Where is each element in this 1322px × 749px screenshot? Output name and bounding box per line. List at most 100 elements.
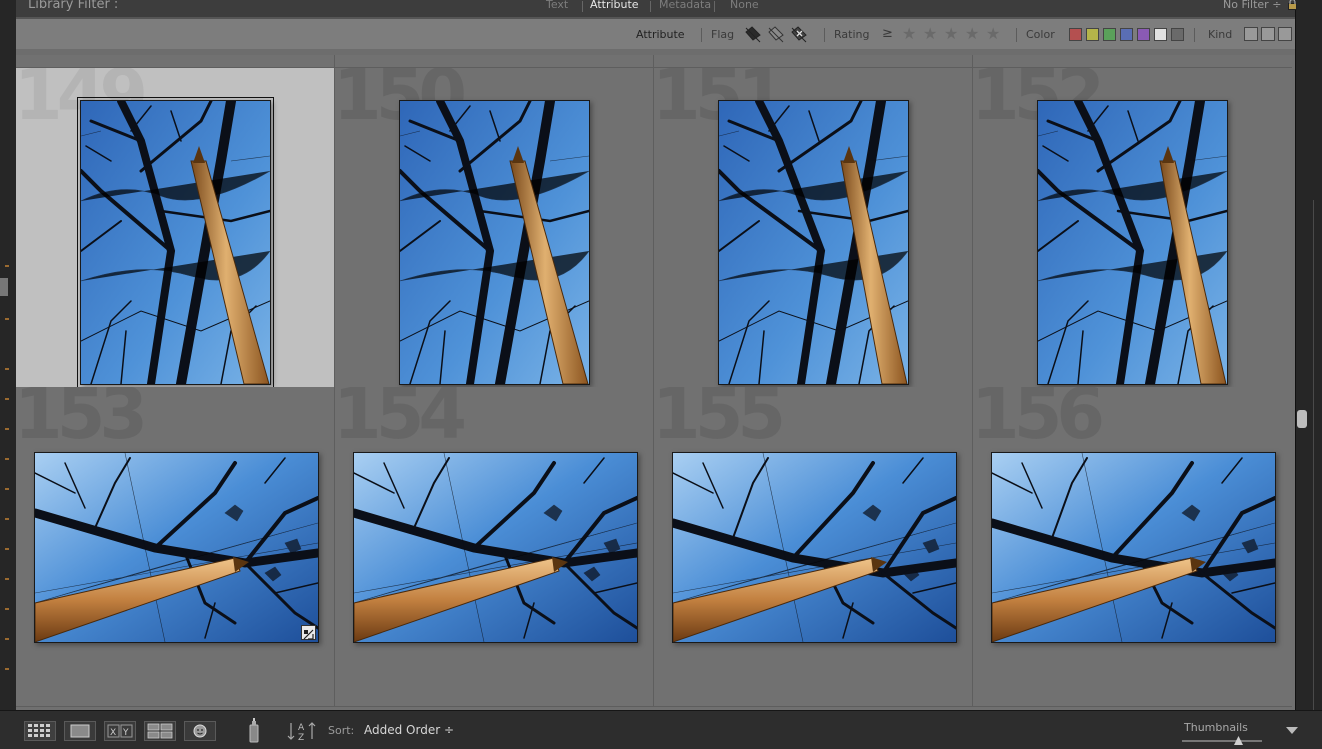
sort-direction-icon[interactable]: A Z — [286, 719, 320, 743]
grid-cell[interactable]: 156 — [973, 387, 1292, 707]
kind-videos-icon[interactable] — [1278, 27, 1292, 41]
divider — [701, 28, 702, 42]
cell-index-number: 156 — [973, 387, 1105, 455]
lock-icon[interactable] — [1288, 0, 1297, 10]
survey-view-button[interactable] — [144, 721, 176, 741]
thumbnail-grid[interactable]: 149 150 151 152 153 154 155 156 — [16, 55, 1295, 710]
grid-cell[interactable]: 149 — [16, 68, 335, 388]
left-panel-toggle[interactable] — [0, 278, 8, 296]
panel-marker — [5, 488, 9, 490]
divider — [1194, 28, 1195, 42]
photo-image — [1036, 96, 1229, 387]
color-swatch-red[interactable] — [1069, 28, 1082, 41]
rating-operator[interactable]: ≥ — [882, 26, 893, 41]
right-panel-collapsed[interactable] — [1313, 200, 1322, 710]
rating-star-5-icon[interactable]: ★ — [986, 24, 1000, 43]
bottom-toolbar: X Y A Z Sort: Added Order ÷ Thumbnails — [0, 710, 1322, 749]
grid-cell[interactable]: 151 — [654, 68, 973, 388]
grid-cell[interactable]: 155 — [654, 387, 973, 707]
cell-index-number: 153 — [16, 387, 148, 455]
svg-text:Y: Y — [122, 728, 129, 738]
photo-image — [987, 452, 1280, 643]
filter-tab-none[interactable]: None — [730, 0, 759, 11]
tab-divider — [714, 1, 715, 12]
color-swatch-green[interactable] — [1103, 28, 1116, 41]
grid-cell[interactable]: 152 — [973, 68, 1292, 388]
grid-cell-partial[interactable] — [16, 55, 335, 68]
rating-star-4-icon[interactable]: ★ — [965, 24, 979, 43]
divider — [1016, 28, 1017, 42]
thumbnail-size-slider[interactable] — [1182, 740, 1262, 742]
panel-marker — [5, 368, 9, 370]
sort-order-dropdown[interactable]: Added Order ÷ — [364, 723, 454, 737]
toolbar-content-dropdown-icon[interactable] — [1285, 726, 1299, 736]
loupe-view-button[interactable] — [64, 721, 96, 741]
filter-tab-text[interactable]: Text — [546, 0, 568, 11]
painter-spray-can-icon[interactable] — [246, 717, 262, 745]
color-swatch-none[interactable] — [1171, 28, 1184, 41]
color-swatch-custom[interactable] — [1154, 28, 1167, 41]
color-swatch-yellow[interactable] — [1086, 28, 1099, 41]
photo-thumbnail[interactable] — [717, 96, 910, 387]
color-swatch-purple[interactable] — [1137, 28, 1150, 41]
develop-adjusted-badge-icon[interactable] — [301, 625, 316, 640]
photo-thumbnail[interactable] — [398, 96, 591, 387]
grid-cell-partial[interactable] — [335, 55, 654, 68]
panel-marker — [5, 548, 9, 550]
svg-text:X: X — [110, 728, 116, 738]
attribute-filter-bar: Attribute Flag Rating ≥ ★ ★ ★ ★ ★ Color … — [16, 17, 1295, 51]
unflagged-filter-icon[interactable] — [766, 24, 786, 44]
grid-cell[interactable]: 153 — [16, 387, 335, 707]
grid-scrollbar-thumb[interactable] — [1297, 410, 1307, 428]
photo-thumbnail[interactable] — [349, 452, 642, 643]
rejected-filter-icon[interactable] — [789, 24, 809, 44]
grid-cell-partial[interactable] — [973, 55, 1292, 68]
svg-text:A: A — [298, 723, 305, 733]
grid-view-button[interactable] — [24, 721, 56, 741]
panel-marker — [5, 578, 9, 580]
photo-image — [398, 96, 591, 387]
svg-text:Z: Z — [298, 733, 304, 743]
kind-virtual-copies-icon[interactable] — [1261, 27, 1275, 41]
flagged-filter-icon[interactable] — [743, 24, 763, 44]
panel-marker — [5, 265, 9, 267]
photo-thumbnail[interactable] — [1036, 96, 1229, 387]
photo-image — [717, 96, 910, 387]
panel-marker — [5, 318, 9, 320]
rating-star-1-icon[interactable]: ★ — [902, 24, 916, 43]
grid-cell[interactable]: 154 — [335, 387, 654, 707]
compare-view-icon: X Y — [107, 724, 133, 738]
compare-view-button[interactable]: X Y — [104, 721, 136, 741]
photo-thumbnail[interactable] — [668, 452, 961, 643]
photo-image — [30, 452, 323, 643]
sort-label: Sort: — [328, 724, 355, 737]
grid-cell[interactable]: 150 — [335, 68, 654, 388]
tab-divider — [650, 1, 651, 12]
tab-divider — [582, 1, 583, 12]
filter-tab-metadata[interactable]: Metadata — [659, 0, 711, 11]
photo-image — [349, 452, 642, 643]
color-label: Color — [1026, 28, 1055, 41]
filter-tab-attribute[interactable]: Attribute — [590, 0, 639, 11]
survey-view-icon — [147, 723, 173, 739]
thumbnail-slider-knob-icon[interactable] — [1234, 736, 1243, 745]
photo-thumbnail[interactable] — [30, 452, 323, 643]
attribute-heading: Attribute — [636, 28, 685, 41]
people-view-button[interactable] — [184, 721, 216, 741]
photo-thumbnail[interactable] — [987, 452, 1280, 643]
filter-preset-dropdown[interactable]: No Filter ÷ — [1223, 0, 1281, 11]
rating-label: Rating — [834, 28, 870, 41]
left-panel-collapsed[interactable] — [0, 0, 17, 748]
flag-label: Flag — [711, 28, 735, 41]
grid-cell-partial[interactable] — [654, 55, 973, 68]
kind-master-photos-icon[interactable] — [1244, 27, 1258, 41]
panel-marker — [5, 608, 9, 610]
color-swatch-blue[interactable] — [1120, 28, 1133, 41]
panel-marker — [5, 428, 9, 430]
people-view-icon — [193, 724, 207, 738]
photo-thumbnail[interactable] — [77, 96, 274, 387]
photo-image — [79, 96, 272, 387]
divider — [824, 28, 825, 42]
rating-star-2-icon[interactable]: ★ — [923, 24, 937, 43]
rating-star-3-icon[interactable]: ★ — [944, 24, 958, 43]
